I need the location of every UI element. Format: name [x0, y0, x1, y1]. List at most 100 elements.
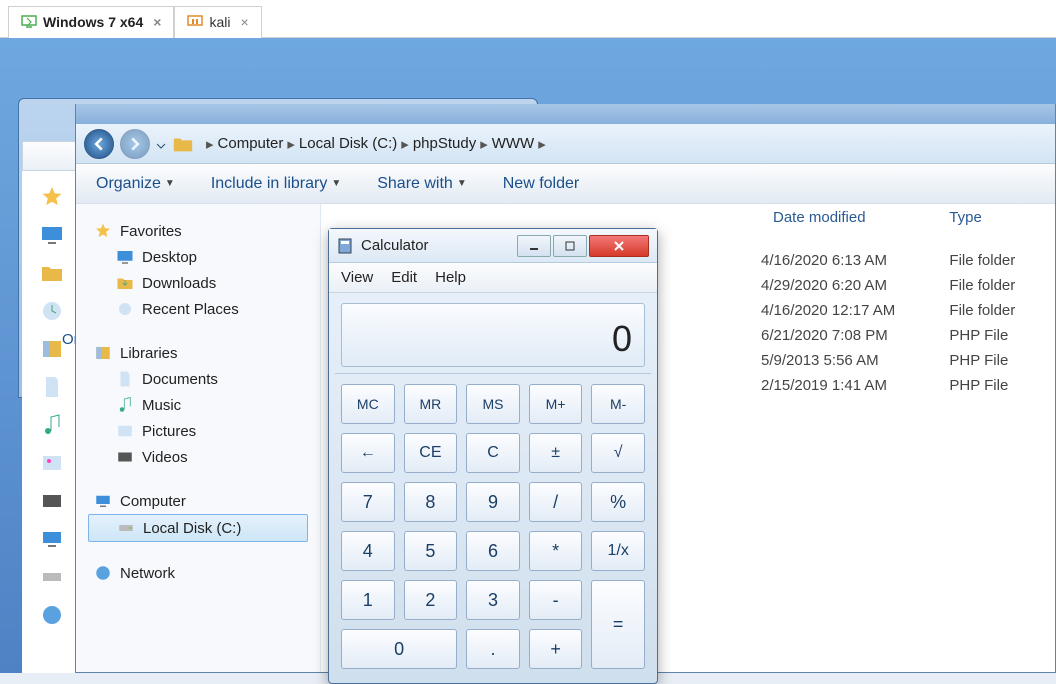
breadcrumb-item[interactable]: phpStudy	[413, 135, 476, 152]
breadcrumb-item[interactable]: Local Disk (C:)	[299, 135, 397, 152]
sidebar-item-recent[interactable]: Recent Places	[84, 296, 312, 322]
close-button[interactable]	[589, 235, 649, 257]
table-row[interactable]: 4/16/2020 6:13 AMFile folder	[761, 248, 1055, 273]
organize-menu[interactable]: Organize▼	[96, 175, 175, 193]
key-percent[interactable]: %	[591, 482, 645, 522]
file-rows: 4/16/2020 6:13 AMFile folder 4/29/2020 6…	[761, 248, 1055, 398]
sidebar-computer[interactable]: Computer	[84, 488, 312, 514]
close-icon[interactable]: ×	[153, 14, 161, 30]
calculator-menubar: View Edit Help	[329, 263, 657, 293]
video-icon	[40, 489, 64, 513]
table-row[interactable]: 4/29/2020 6:20 AMFile folder	[761, 273, 1055, 298]
sidebar-item-music[interactable]: Music	[84, 392, 312, 418]
table-row[interactable]: 2/15/2019 1:41 AMPHP File	[761, 373, 1055, 398]
column-date[interactable]: Date modified	[761, 209, 937, 226]
key-divide[interactable]: /	[529, 482, 583, 522]
vm-tab-label: Windows 7 x64	[43, 14, 143, 30]
forward-button[interactable]	[120, 129, 150, 159]
nav-history-dropdown[interactable]	[156, 141, 166, 151]
key-mc[interactable]: MC	[341, 384, 395, 424]
sidebar-libraries[interactable]: Libraries	[84, 340, 312, 366]
calculator-window: Calculator View Edit Help 0 MC MR MS M+ …	[328, 228, 658, 684]
breadcrumb-item[interactable]: Computer	[218, 135, 284, 152]
library-icon	[40, 337, 64, 361]
menu-help[interactable]: Help	[435, 269, 466, 286]
key-3[interactable]: 3	[466, 580, 520, 620]
organize-label: Organize	[96, 175, 161, 193]
sidebar-item-videos[interactable]: Videos	[84, 444, 312, 470]
cell-date: 2/15/2019 1:41 AM	[761, 377, 919, 394]
sidebar-network[interactable]: Network	[84, 560, 312, 586]
table-row[interactable]: 5/9/2013 5:56 AMPHP File	[761, 348, 1055, 373]
key-equals[interactable]: =	[591, 580, 645, 669]
recent-icon	[40, 299, 64, 323]
maximize-button[interactable]	[553, 235, 587, 257]
back-button[interactable]	[84, 129, 114, 159]
monitor-icon	[187, 14, 203, 30]
label: Downloads	[142, 275, 216, 292]
key-1[interactable]: 1	[341, 580, 395, 620]
label: Videos	[142, 449, 188, 466]
key-plusminus[interactable]: ±	[529, 433, 583, 473]
key-mminus[interactable]: M-	[591, 384, 645, 424]
sidebar-favorites[interactable]: Favorites	[84, 218, 312, 244]
sidebar-item-localdisk[interactable]: Local Disk (C:)	[88, 514, 308, 542]
menu-edit[interactable]: Edit	[391, 269, 417, 286]
key-2[interactable]: 2	[404, 580, 458, 620]
sidebar-item-desktop[interactable]: Desktop	[84, 244, 312, 270]
key-reciprocal[interactable]: 1/x	[591, 531, 645, 571]
vm-tab-kali[interactable]: kali ×	[174, 6, 261, 38]
explorer-sidebar: Favorites Desktop Downloads Recent Place…	[76, 204, 321, 672]
breadcrumb[interactable]: ▸Computer ▸Local Disk (C:) ▸phpStudy ▸WW…	[200, 135, 1047, 153]
key-subtract[interactable]: -	[529, 580, 583, 620]
cell-type: File folder	[949, 302, 1055, 319]
breadcrumb-item[interactable]: WWW	[492, 135, 534, 152]
folder-icon	[172, 133, 194, 155]
key-mr[interactable]: MR	[404, 384, 458, 424]
folder-icon	[40, 261, 64, 285]
calculator-display: 0	[341, 303, 645, 367]
key-0[interactable]: 0	[341, 629, 457, 669]
key-decimal[interactable]: .	[466, 629, 520, 669]
calculator-titlebar[interactable]: Calculator	[329, 229, 657, 263]
key-multiply[interactable]: *	[529, 531, 583, 571]
key-ms[interactable]: MS	[466, 384, 520, 424]
label: Favorites	[120, 223, 182, 240]
close-icon	[612, 239, 626, 253]
arrow-left-icon	[92, 137, 106, 151]
music-icon	[40, 413, 64, 437]
menu-view[interactable]: View	[341, 269, 373, 286]
key-backspace[interactable]: ←	[341, 433, 395, 473]
share-with-menu[interactable]: Share with▼	[377, 175, 467, 193]
table-row[interactable]: 4/16/2020 12:17 AMFile folder	[761, 298, 1055, 323]
document-icon	[116, 370, 134, 388]
key-c[interactable]: C	[466, 433, 520, 473]
key-ce[interactable]: CE	[404, 433, 458, 473]
label: Recent Places	[142, 301, 239, 318]
explorer-titlebar[interactable]	[76, 104, 1055, 124]
sidebar-item-documents[interactable]: Documents	[84, 366, 312, 392]
key-7[interactable]: 7	[341, 482, 395, 522]
include-library-menu[interactable]: Include in library▼	[211, 175, 341, 193]
key-add[interactable]: +	[529, 629, 583, 669]
table-row[interactable]: 6/21/2020 7:08 PMPHP File	[761, 323, 1055, 348]
star-icon	[40, 185, 64, 209]
maximize-icon	[564, 240, 576, 252]
key-mplus[interactable]: M+	[529, 384, 583, 424]
key-4[interactable]: 4	[341, 531, 395, 571]
column-type[interactable]: Type	[937, 209, 1055, 226]
key-sqrt[interactable]: √	[591, 433, 645, 473]
vm-tab-label: kali	[209, 14, 230, 30]
desktop-area: Org ▸Computer ▸Local Disk (C:)	[0, 38, 1056, 673]
key-6[interactable]: 6	[466, 531, 520, 571]
key-5[interactable]: 5	[404, 531, 458, 571]
key-8[interactable]: 8	[404, 482, 458, 522]
vm-tab-win7[interactable]: Windows 7 x64 ×	[8, 6, 174, 38]
label: Documents	[142, 371, 218, 388]
sidebar-item-pictures[interactable]: Pictures	[84, 418, 312, 444]
minimize-button[interactable]	[517, 235, 551, 257]
key-9[interactable]: 9	[466, 482, 520, 522]
new-folder-button[interactable]: New folder	[503, 175, 579, 193]
close-icon[interactable]: ×	[240, 14, 248, 30]
sidebar-item-downloads[interactable]: Downloads	[84, 270, 312, 296]
